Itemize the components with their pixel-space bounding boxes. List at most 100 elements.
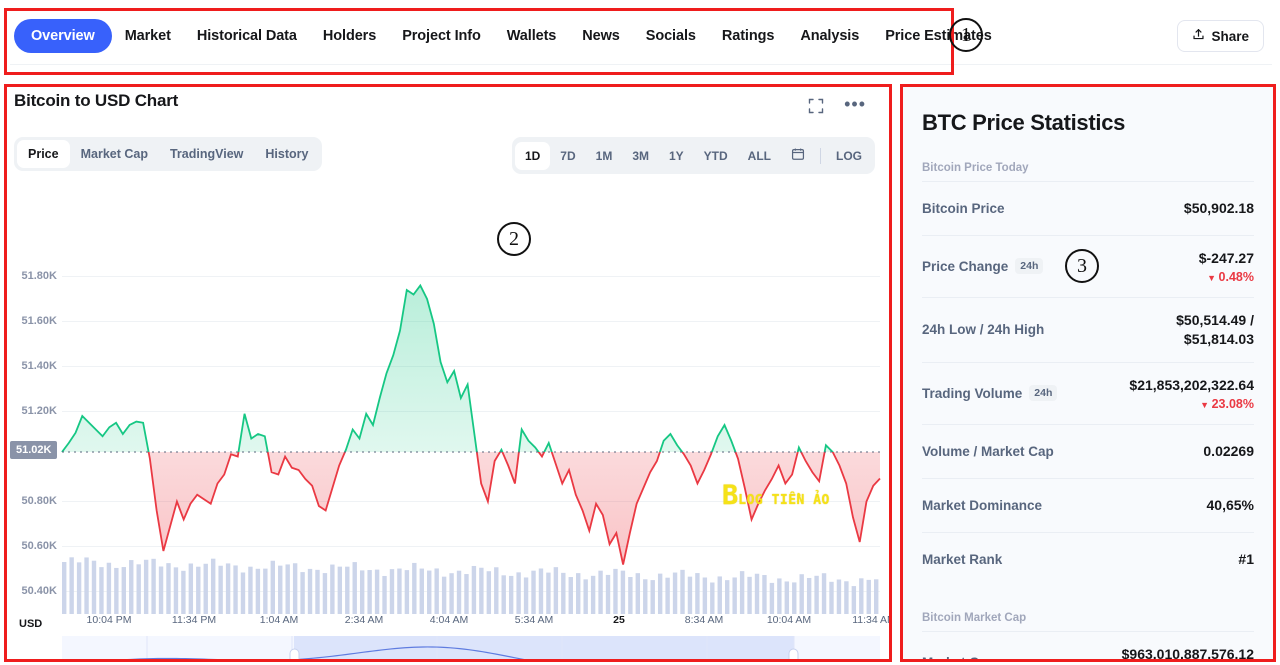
stat-label-text: Bitcoin Price <box>922 201 1005 216</box>
stat-row: Market Rank #1 <box>922 532 1254 586</box>
x-axis-tick: 10:04 AM <box>767 614 811 626</box>
upload-icon <box>1192 28 1205 44</box>
chart-view-tab-history[interactable]: History <box>254 140 319 168</box>
ellipsis-icon[interactable]: ••• <box>844 98 866 110</box>
stat-value: $21,853,202,322.64 23.08% <box>1129 376 1254 411</box>
stat-label: Market Rank <box>922 552 1002 567</box>
price-line-chart <box>4 254 892 614</box>
stat-row: Bitcoin Price $50,902.18 <box>922 181 1254 235</box>
chart-plot-area[interactable]: B LOG TIỀN ẢO M CoinMarketCap <box>4 254 892 614</box>
chart-volume-bars <box>62 557 878 614</box>
chart-view-tabs: PriceMarket CapTradingViewHistory <box>14 137 322 171</box>
stat-label-text: Market Cap <box>922 655 995 662</box>
chart-range-tabs: 1D7D1M3M1YYTDALL LOG <box>512 137 875 174</box>
stat-value-main: $963,010,887,576.12 <box>1122 645 1254 661</box>
nav-item-socials[interactable]: Socials <box>633 20 709 52</box>
x-axis-tick: 5:34 AM <box>515 614 554 626</box>
price-chart-card: Bitcoin to USD Chart ••• PriceMarket Cap… <box>4 84 892 661</box>
chart-view-tab-market-cap[interactable]: Market Cap <box>70 140 159 168</box>
timeframe-badge: 24h <box>1015 258 1043 274</box>
chart-x-axis: 10:04 PM11:34 PM1:04 AM2:34 AM4:04 AM5:3… <box>4 614 892 634</box>
stat-value-main: $-247.27 <box>1199 249 1254 268</box>
stat-value-main: 40,65% <box>1207 496 1254 515</box>
stats-body: Bitcoin Price Today Bitcoin Price $50,902.… <box>922 162 1254 661</box>
stat-label-text: Market Rank <box>922 552 1002 567</box>
nav-item-project-info[interactable]: Project Info <box>389 20 494 52</box>
stat-value: $50,514.49 / $51,814.03 <box>1176 311 1254 349</box>
x-axis-tick: 1:04 AM <box>260 614 299 626</box>
stat-value: 0.02269 <box>1203 442 1254 461</box>
navigator-sparkline: 4:04 PM7:04 PM10:04 PM1:04 AM4:04 AM2510… <box>62 636 880 661</box>
chart-range-tab-ytd[interactable]: YTD <box>694 142 738 170</box>
stat-value-main: $50,514.49 / $51,814.03 <box>1176 311 1254 349</box>
chart-title: Bitcoin to USD Chart <box>14 91 178 111</box>
nav-item-overview[interactable]: Overview <box>14 19 112 53</box>
stat-row: Market Dominance 40,65% <box>922 478 1254 532</box>
stat-label: Market Cap <box>922 655 995 662</box>
stat-label-text: Price Change <box>922 259 1008 274</box>
stats-section-heading: Bitcoin Price Today <box>922 162 1254 174</box>
blog-watermark-initial: B <box>722 482 738 509</box>
stats-section-heading: Bitcoin Market Cap <box>922 612 1254 624</box>
stat-label-text: 24h Low / 24h High <box>922 322 1044 337</box>
range-tab-list: 1D7D1M3M1YYTDALL <box>515 142 781 170</box>
stats-panel-title: BTC Price Statistics <box>922 84 1254 136</box>
chart-range-tab-3m[interactable]: 3M <box>622 142 659 170</box>
chart-range-tab-1d[interactable]: 1D <box>515 142 550 170</box>
nav-item-holders[interactable]: Holders <box>310 20 389 52</box>
stat-value-main: $50,902.18 <box>1184 199 1254 218</box>
stat-label-text: Market Dominance <box>922 498 1042 513</box>
stat-value-main: 0.02269 <box>1203 442 1254 461</box>
stat-row: Volume / Market Cap 0.02269 <box>922 424 1254 478</box>
stat-label: Price Change 24h <box>922 258 1043 274</box>
chart-range-navigator[interactable]: 4:04 PM7:04 PM10:04 PM1:04 AM4:04 AM2510… <box>62 636 880 661</box>
stat-value-main: $21,853,202,322.64 <box>1129 376 1254 395</box>
nav-item-price-estimates[interactable]: Price Estimates <box>872 20 1005 52</box>
log-scale-toggle[interactable]: LOG <box>826 142 872 170</box>
chart-range-tab-7d[interactable]: 7D <box>550 142 585 170</box>
stat-value: $963,010,887,576.120.00% <box>1122 645 1254 661</box>
current-price-marker: 51.02K <box>10 441 57 459</box>
nav-item-analysis[interactable]: Analysis <box>787 20 872 52</box>
annotation-marker-1: 1 <box>949 18 983 52</box>
blog-watermark-text: LOG TIỀN ẢO <box>738 493 830 508</box>
stat-label: Volume / Market Cap <box>922 444 1054 459</box>
nav-item-ratings[interactable]: Ratings <box>709 20 787 52</box>
stat-row: 24h Low / 24h High $50,514.49 / $51,814.0… <box>922 297 1254 362</box>
x-axis-tick: 4:04 AM <box>430 614 469 626</box>
chart-range-tab-1m[interactable]: 1M <box>586 142 623 170</box>
stat-label: 24h Low / 24h High <box>922 322 1044 337</box>
nav-item-market[interactable]: Market <box>112 20 184 52</box>
top-navigation: OverviewMarketHistorical DataHoldersProj… <box>0 8 1280 64</box>
stat-label: Bitcoin Price <box>922 201 1005 216</box>
stat-value: #1 <box>1238 550 1254 569</box>
chart-view-tab-tradingview[interactable]: TradingView <box>159 140 254 168</box>
x-axis-tick: 10:04 PM <box>87 614 132 626</box>
x-axis-tick: 11:34 PM <box>172 614 216 626</box>
stat-value: 40,65% <box>1207 496 1254 515</box>
stat-label: Trading Volume24h <box>922 385 1057 401</box>
toolbar-divider <box>820 148 821 164</box>
nav-item-wallets[interactable]: Wallets <box>494 20 570 52</box>
x-axis-tick: 8:34 AM <box>685 614 724 626</box>
x-axis-tick: 25 <box>613 614 625 626</box>
page-root: OverviewMarketHistorical DataHoldersProj… <box>0 0 1280 665</box>
stat-label: Market Dominance <box>922 498 1042 513</box>
chart-view-tab-price[interactable]: Price <box>17 140 70 168</box>
annotation-marker-2: 2 <box>497 222 531 256</box>
chart-currency-label: USD <box>19 618 42 630</box>
chart-range-tab-all[interactable]: ALL <box>738 142 781 170</box>
stat-row: Trading Volume24h $21,853,202,322.64 23.08… <box>922 362 1254 424</box>
calendar-icon[interactable] <box>781 140 815 171</box>
fullscreen-icon[interactable] <box>808 98 824 114</box>
chart-range-tab-1y[interactable]: 1Y <box>659 142 694 170</box>
stat-row: Market Cap $963,010,887,576.120.00% <box>922 631 1254 661</box>
nav-item-news[interactable]: News <box>569 20 632 52</box>
stat-value-change: 23.08% <box>1129 397 1254 411</box>
share-button[interactable]: Share <box>1177 20 1264 52</box>
stat-value-main: #1 <box>1238 550 1254 569</box>
stat-label-text: Volume / Market Cap <box>922 444 1054 459</box>
annotation-marker-3: 3 <box>1065 249 1099 283</box>
nav-item-historical-data[interactable]: Historical Data <box>184 20 310 52</box>
share-button-label: Share <box>1211 29 1249 44</box>
